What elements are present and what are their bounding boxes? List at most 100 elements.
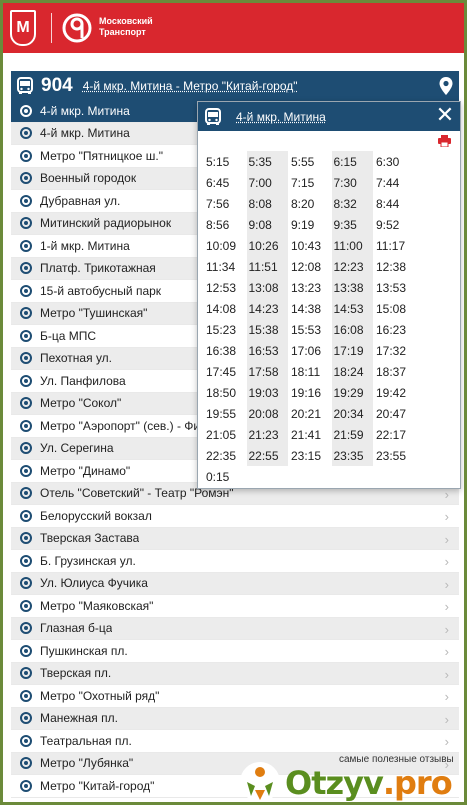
stop-name: 4-й мкр. Митина [40,103,130,118]
departure-time: 15:23 [206,322,237,337]
departure-time: 23:35 [331,445,373,466]
departure-time: 23:55 [376,448,407,463]
bus-icon [11,71,39,100]
stop-row[interactable]: Театральная пл. › [11,730,459,753]
departure-time: 20:34 [331,403,373,424]
stop-target-icon [20,127,32,140]
departure-time: 8:08 [246,193,288,214]
departure-time: 0:15 [206,469,230,484]
stop-name: Военный городок [40,171,137,186]
stop-row[interactable]: Б. Грузинская ул. › [11,550,459,573]
departure-time: 21:59 [331,424,373,445]
schedule-popup: 4-й мкр. Митина ✕ 5:15 5:35 5:55 6:15 6:30 6:… [197,101,461,489]
map-pin-icon[interactable] [438,76,454,96]
stop-name: Белорусский вокзал [40,508,152,523]
stop-target-icon [20,644,32,657]
stop-name: Метро "Маяковская" [40,598,154,613]
stop-target-icon [20,419,32,432]
route-number: 904 [41,74,73,96]
watermark-logo-icon [240,762,280,802]
stop-name: Метро "Пятницкое ш." [40,148,163,163]
stop-target-icon [20,554,32,567]
departure-time: 15:38 [246,319,288,340]
departure-time: 5:35 [246,151,288,172]
departure-time: 19:55 [206,406,237,421]
departure-time: 8:32 [331,193,373,214]
stop-target-icon [20,149,32,162]
departure-time: 9:19 [291,217,315,232]
departure-time: 14:53 [331,298,373,319]
departure-time: 20:21 [291,406,322,421]
transport-logo-icon [62,13,92,43]
departure-time: 18:37 [376,364,407,379]
chevron-right-icon: › [444,621,449,637]
stop-name: 15-й автобусный парк [40,283,162,298]
stop-name: Театральная пл. [40,733,132,748]
departure-time: 16:38 [206,343,237,358]
departure-time: 11:00 [331,235,373,256]
departure-time: 17:58 [246,361,288,382]
departure-time: 16:53 [246,340,288,361]
departure-time: 13:38 [331,277,373,298]
chevron-right-icon: › [444,576,449,592]
departure-time: 19:29 [331,382,373,403]
chevron-right-icon: › [444,509,449,524]
departure-time: 9:52 [376,217,400,232]
brand-line-1: Московский [99,16,153,26]
stop-target-icon [20,194,32,207]
moscow-crest-icon: М [10,10,36,46]
route-header: 904 4-й мкр. Митина - Метро "Китай-город… [11,71,459,100]
stop-row[interactable]: Метро "Охотный ряд" › [11,685,459,708]
stop-target-icon [20,509,32,522]
departure-time: 8:44 [376,196,400,211]
departure-time: 6:15 [331,151,373,172]
watermark: самые полезные отзывы Otzyv.pro [237,752,464,802]
departure-time: 23:15 [291,448,322,463]
departure-time: 20:47 [376,406,407,421]
stop-row[interactable]: Тверская пл. › [11,662,459,685]
stop-name: Метро "Динамо" [40,463,131,478]
departure-time: 21:23 [246,424,288,445]
departure-time: 22:55 [246,445,288,466]
departure-time: 17:45 [206,364,237,379]
stop-row[interactable]: Глазная б-ца › [11,617,459,640]
departure-time: 13:23 [291,280,322,295]
stop-row[interactable]: Манежная пл. › [11,707,459,730]
stop-row[interactable]: Метро "Маяковская" › [11,595,459,618]
stop-target-icon [20,239,32,252]
departure-time: 5:15 [206,154,230,169]
stop-target-icon [20,172,32,185]
departure-time: 16:08 [331,319,373,340]
departure-time: 14:38 [291,301,322,316]
chevron-right-icon: › [444,666,449,682]
stop-target-icon [20,599,32,612]
brand-line-2: Транспорт [99,27,146,37]
stop-row[interactable]: Тверская Застава › [11,527,459,550]
route-name-link[interactable]: 4-й мкр. Митина - Метро "Китай-город" [83,79,298,93]
departure-time: 21:05 [206,427,237,442]
departure-time: 19:16 [291,385,322,400]
stop-name: Метро "Аэропорт" (сев.) - Фи [40,418,201,433]
stop-target-icon [20,779,32,792]
departure-time: 6:45 [206,175,230,190]
stop-name: Глазная б-ца [40,621,113,636]
stop-target-icon [20,262,32,275]
stop-target-icon [20,217,32,230]
stop-name: Метро "Китай-город" [40,778,155,793]
brand-name[interactable]: Московский Транспорт [99,16,169,38]
popup-stop-title[interactable]: 4-й мкр. Митина [236,110,326,124]
stop-row[interactable]: Ул. Юлиуса Фучика › [11,572,459,595]
stop-row[interactable]: Белорусский вокзал › [11,505,459,528]
stop-target-icon [20,487,32,500]
stop-target-icon [20,104,32,117]
watermark-site-main: Otzyv [285,764,384,802]
stop-target-icon [20,397,32,410]
printer-icon[interactable] [438,135,451,147]
departure-time: 16:23 [376,322,407,337]
departure-time: 7:56 [206,196,230,211]
close-button[interactable]: ✕ [434,104,456,128]
stop-name: Тверская Застава [40,531,140,546]
stop-target-icon [20,329,32,342]
departure-time: 9:35 [331,214,373,235]
stop-row[interactable]: Пушкинская пл. › [11,640,459,663]
